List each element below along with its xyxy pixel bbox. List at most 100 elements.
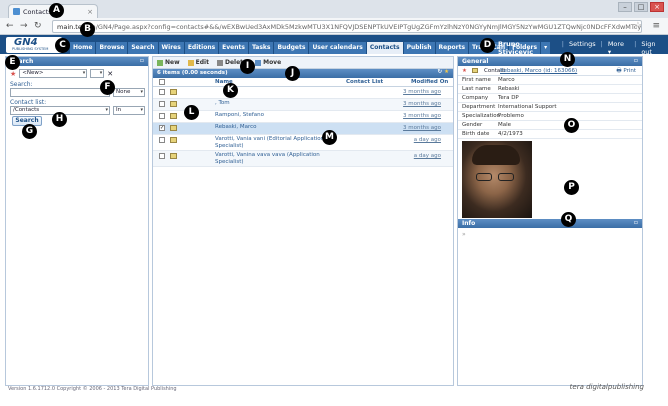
detail-row: Specialization Problemo (458, 112, 642, 121)
menu-item-1[interactable]: Browse (96, 42, 129, 54)
user-name[interactable]: Bruno Stivicevic (498, 40, 557, 56)
marker-d: D (480, 38, 495, 53)
row-checkbox[interactable] (159, 153, 165, 159)
url-path: com/GN4/Page.aspx?config=contacts#&&/wEX… (81, 23, 642, 31)
table-row[interactable]: 3 months ago (153, 87, 453, 99)
close-tab-icon[interactable]: × (87, 8, 93, 16)
row-checkbox[interactable] (159, 101, 165, 107)
detail-value: Tera DP (498, 95, 519, 101)
user-area: Bruno Stivicevic | Settings | More ▾ | S… (498, 40, 668, 56)
search-input[interactable] (10, 88, 110, 97)
bookmark-star-icon[interactable]: ☆ (634, 21, 642, 31)
collapse-icon[interactable]: ▫ (634, 57, 638, 64)
delete-icon (216, 59, 223, 66)
marker-q: Q (561, 212, 576, 227)
detail-row: Gender Male (458, 121, 642, 130)
menu-item-10[interactable]: Publish (403, 42, 436, 54)
saved-search-arrow[interactable]: ▾ (90, 69, 105, 78)
favorite-icon[interactable]: ★ (444, 69, 449, 75)
row-checkbox[interactable] (159, 113, 165, 119)
search-label: Search: (10, 81, 33, 88)
menu-item-0[interactable]: Home (70, 42, 97, 54)
browser-tab-bar: Contacts × – □ × (0, 0, 668, 18)
collapse-icon[interactable]: ▫ (634, 219, 638, 226)
menu-item-2[interactable]: Search (128, 42, 159, 54)
row-modified: 3 months ago (403, 89, 441, 95)
back-icon[interactable]: ← (6, 21, 14, 31)
marker-c: C (55, 38, 70, 53)
menu-item-11[interactable]: Reports (435, 42, 470, 54)
star-icon[interactable]: ★ (462, 68, 467, 74)
new-button[interactable]: New (157, 59, 180, 66)
move-button[interactable]: Move (255, 59, 281, 66)
row-name[interactable]: , Tom (215, 100, 335, 107)
marker-g: G (22, 124, 37, 139)
row-name[interactable]: Ramponi, Stefano (215, 112, 335, 119)
detail-key: First name (462, 77, 491, 83)
contact-card-icon (170, 137, 177, 143)
detail-key: Specialization (462, 113, 501, 119)
saved-search-select[interactable]: <New> ▾ (19, 69, 88, 78)
search-panel: Search ▫ ★ <New> ▾ ▾ ✕ Search: None ▾ Cont… (5, 56, 149, 386)
row-checkbox[interactable] (159, 137, 165, 143)
card-icon (472, 68, 478, 73)
url-host: main.te (57, 23, 82, 31)
more-menu[interactable]: More ▾ (608, 40, 629, 56)
row-modified: a day ago (413, 137, 441, 143)
menu-item-8[interactable]: User calendars (309, 42, 367, 54)
menu-item-4[interactable]: Editions (184, 42, 220, 54)
col-contact-list[interactable]: Contact List (346, 79, 383, 85)
marker-l: L (184, 105, 199, 120)
close-window-button[interactable]: × (650, 2, 664, 12)
contacts-table-body: 3 months ago , Tom 3 months ago Ramponi, St… (153, 87, 453, 167)
minimize-button[interactable]: – (618, 2, 632, 12)
detail-row: First name Marco (458, 76, 642, 85)
menu-item-9[interactable]: Contacts (366, 42, 404, 54)
clear-icon[interactable]: ✕ (107, 70, 113, 78)
reload-icon[interactable]: ↻ (34, 21, 42, 31)
search-mode-select[interactable]: None ▾ (113, 88, 145, 97)
menu-item-6[interactable]: Tasks (248, 42, 275, 54)
star-icon[interactable]: ★ (10, 70, 16, 78)
forward-icon[interactable]: → (20, 21, 28, 31)
row-checkbox[interactable]: ✓ (159, 125, 165, 131)
row-name[interactable]: Varotti, Vania vani (Editorial Applicati… (215, 136, 335, 150)
detail-row: Last name Rebaski (458, 85, 642, 94)
menu-item-7[interactable]: Budgets (274, 42, 310, 54)
item-count: 6 items (0.00 seconds) (157, 70, 228, 76)
contact-card-icon (170, 89, 177, 95)
browser-menu-icon[interactable]: ≡ (652, 21, 660, 31)
marker-k: K (223, 83, 238, 98)
print-button[interactable]: 🖶 Print (616, 67, 636, 76)
contact-link[interactable]: Rebaski, Marco (id: 163066) (500, 68, 577, 74)
table-row[interactable]: Varotti, Vania vani (Editorial Applicati… (153, 135, 453, 151)
tab-title: Contacts (23, 7, 52, 16)
row-name[interactable]: Varotti, Vanina vava vava (Application S… (215, 152, 335, 166)
list-toolbar: New Edit Delete Move (153, 57, 453, 69)
sign-out-link[interactable]: Sign out (641, 40, 668, 56)
info-toggle-icon[interactable]: » (462, 231, 466, 238)
in-select[interactable]: In ▾ (113, 106, 145, 115)
marker-i: I (240, 59, 255, 74)
contacts-list-panel: New Edit Delete Move 6 items (0.00 secon… (152, 56, 454, 386)
menu-item-3[interactable]: Wires (158, 42, 185, 54)
menu-item-5[interactable]: Events (219, 42, 249, 54)
move-icon (255, 59, 262, 66)
address-bar[interactable]: main.tecom/GN4/Page.aspx?config=contacts… (52, 20, 642, 33)
maximize-button[interactable]: □ (634, 2, 648, 12)
contact-card-icon (170, 153, 177, 159)
main-menu: Home Browse Search Wires Editions Events Tasks… (70, 42, 552, 54)
table-row[interactable]: ✓ Rebaski, Marco 3 months ago (153, 123, 453, 135)
edit-button[interactable]: Edit (187, 59, 209, 66)
collapse-icon[interactable]: ▫ (140, 57, 144, 64)
marker-b: B (80, 22, 95, 37)
marker-h: H (52, 112, 67, 127)
select-all-checkbox[interactable] (159, 79, 165, 85)
table-row[interactable]: Varotti, Vanina vava vava (Application S… (153, 151, 453, 167)
row-checkbox[interactable] (159, 89, 165, 95)
col-modified[interactable]: Modified On (411, 79, 448, 85)
detail-value: Male (498, 122, 512, 128)
row-name[interactable]: Rebaski, Marco (215, 124, 335, 131)
detail-value: Problemo (498, 113, 524, 119)
refresh-icon[interactable]: ↻ (437, 69, 442, 75)
